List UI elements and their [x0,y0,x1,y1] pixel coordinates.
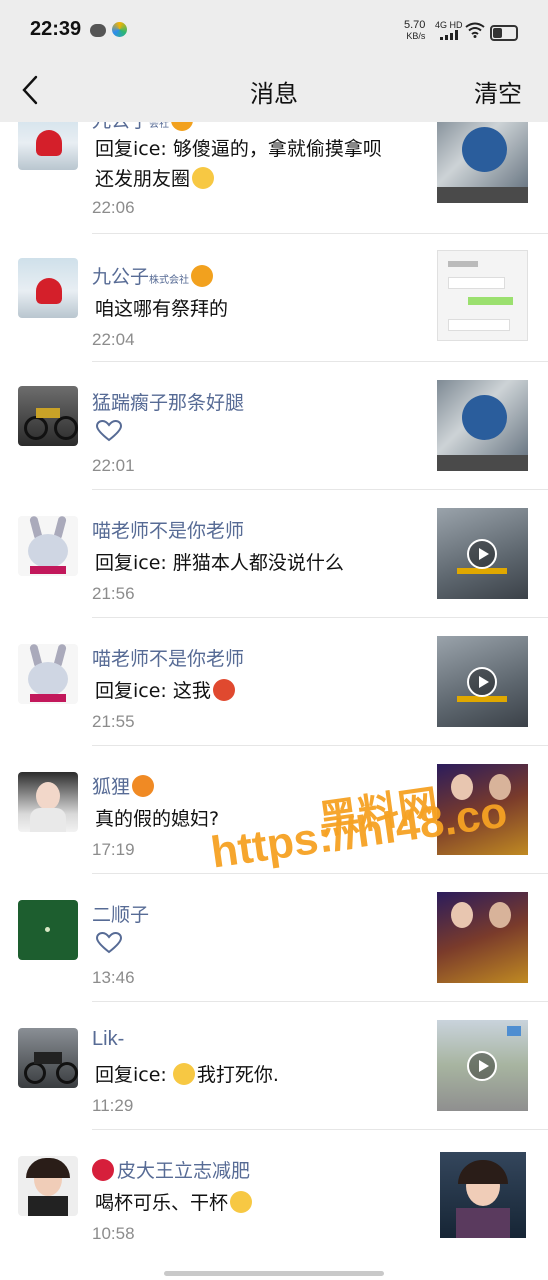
timestamp: 22:06 [92,198,135,217]
message-text: 咱这哪有祭拜的 [95,294,228,324]
clear-button[interactable]: 清空 [474,74,522,109]
sender-name[interactable]: 九公子会社 [92,122,194,133]
sender-name-text: 狐狸 [92,776,131,798]
timestamp: 11:29 [92,1096,134,1115]
lion-emoji-icon [171,122,194,131]
avatar [18,386,78,446]
message-body: 这我 [172,680,211,702]
message-body: 喝杯可乐、干杯 [95,1192,229,1214]
list-item[interactable]: Lik- 回复ice: 我打死你. 11:29 [0,1002,548,1130]
cherry-emoji-icon [92,1159,114,1181]
sender-name[interactable]: 喵老师不是你老师 [92,644,244,671]
sender-name[interactable]: 皮大王立志减肥 [92,1156,250,1183]
thumbnail[interactable] [437,122,528,203]
unamused-emoji-icon [172,1063,195,1085]
status-bar: 22:39 5.70 KB/s 4G HD [0,0,548,60]
message-text: 回复ice: 够傻逼的，拿就偷摸拿呗 [95,134,382,164]
timestamp: 10:58 [92,1224,135,1243]
page-title: 消息 [250,80,298,108]
avatar [18,258,78,318]
message-text: 回复ice: 我打死你. [95,1060,279,1090]
list-item[interactable]: 喵老师不是你老师 回复ice: 这我 21:55 [0,618,548,746]
reply-prefix: 回复ice: [95,680,173,702]
avatar [18,516,78,576]
timestamp: 22:01 [92,456,135,475]
sender-name[interactable]: 喵老师不是你老师 [92,516,244,543]
battery-icon [490,25,518,41]
list-item[interactable]: 九公子株式会社 咱这哪有祭拜的 22:04 [0,234,548,362]
message-text-line2: 还发朋友圈 [95,164,215,194]
smirk-emoji-icon [192,167,215,189]
thumbnail[interactable] [437,380,528,471]
timestamp: 22:04 [92,330,135,349]
lion-emoji-icon [191,265,214,287]
nav-bar: 消息 清空 [0,60,548,122]
message-body: 咱这哪有祭拜的 [95,298,229,320]
message-text: 喝杯可乐、干杯 [95,1188,253,1218]
avatar [18,1156,78,1216]
badge-text: 会社 [149,122,170,130]
sender-name[interactable]: 猛踹瘸子那条好腿 [92,388,244,415]
play-icon[interactable] [467,1051,497,1081]
wifi-icon [465,22,485,38]
speed-unit: KB/s [406,31,426,41]
thumbnail[interactable] [437,250,528,341]
list-item[interactable]: 二顺子 13:46 [0,874,548,1002]
video-thumbnail[interactable] [437,508,528,599]
wechat-icon [90,24,106,37]
list-item[interactable]: 喵老师不是你老师 回复ice: 胖猫本人都没说什么 21:56 [0,490,548,618]
message-body: 够傻逼的，拿就偷摸拿呗 [172,138,382,160]
timestamp: 21:56 [92,584,135,603]
list-item[interactable]: 皮大王立志减肥 喝杯可乐、干杯 10:58 [0,1130,548,1258]
thumbnail[interactable] [437,892,528,983]
speed-value: 5.70 [404,19,426,31]
avatar [18,644,78,704]
timestamp: 21:55 [92,712,135,731]
sender-name-text: 九公子 [92,266,150,288]
sender-name-text: 九公子 [92,122,149,132]
message-body: 我打死你. [196,1064,279,1086]
play-icon[interactable] [467,667,497,697]
video-thumbnail[interactable] [437,1020,528,1111]
play-icon[interactable] [467,539,497,569]
reply-prefix: 回复ice: [95,552,173,574]
network-type: 4G HD [435,20,463,30]
list-item[interactable]: 九公子会社 回复ice: 够傻逼的，拿就偷摸拿呗 还发朋友圈 22:06 [0,122,548,234]
network-speed: 5.70 KB/s [404,20,425,42]
badge-text: 株式会社 [149,275,190,286]
reply-prefix: 回复ice: [95,138,173,160]
timestamp: 17:19 [92,840,135,859]
app-notification-icon [112,22,127,37]
thumbnail[interactable] [440,1152,526,1238]
sender-name[interactable]: 二顺子 [92,900,149,927]
message-list[interactable]: 九公子会社 回复ice: 够傻逼的，拿就偷摸拿呗 还发朋友圈 22:06 九公子… [0,122,548,1280]
heart-like-icon [96,932,122,954]
message-text: 真的假的媳妇? [95,804,219,834]
sender-name[interactable]: 狐狸 [92,772,155,799]
timestamp: 13:46 [92,968,135,987]
avatar [18,122,78,170]
message-text: 回复ice: 胖猫本人都没说什么 [95,548,344,578]
avatar [18,772,78,832]
signal-icon [440,30,462,40]
status-time: 22:39 [30,18,82,40]
laughing-emoji-icon [230,1191,253,1213]
message-text: 回复ice: 这我 [95,676,235,706]
message-body: 胖猫本人都没说什么 [172,552,344,574]
list-item[interactable]: 猛踹瘸子那条好腿 22:01 [0,362,548,490]
angry-emoji-icon [212,679,235,701]
sender-name-text: 皮大王立志减肥 [117,1160,251,1182]
home-indicator[interactable] [164,1271,384,1276]
sender-name[interactable]: Lik- [92,1028,124,1051]
avatar [18,900,78,960]
message-body-2: 还发朋友圈 [95,168,191,190]
avatar [18,1028,78,1088]
sender-name[interactable]: 九公子株式会社 [92,262,214,289]
heart-like-icon [96,420,122,442]
message-body: 真的假的媳妇? [95,808,220,830]
video-thumbnail[interactable] [437,636,528,727]
reply-prefix: 回复ice: [95,1064,173,1086]
fox-emoji-icon [132,775,155,797]
